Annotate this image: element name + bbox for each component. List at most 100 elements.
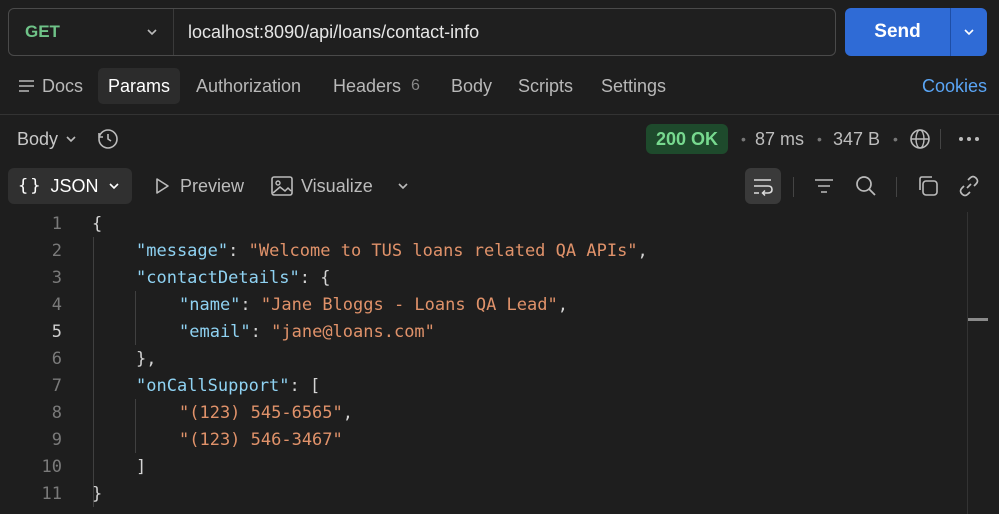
tab-label: Params [108,75,171,96]
response-size: 347 B [833,128,881,149]
visualize-options-button[interactable] [396,168,410,204]
code-text: ] [136,456,147,477]
json-key: "onCallSupport" [136,375,290,396]
tab-scripts[interactable]: Scripts [508,68,583,104]
tab-label: Headers [333,75,402,96]
line-number: 4 [51,294,62,315]
status-badge: 200 OK [646,124,729,154]
json-key: "email" [179,321,251,342]
line-number: 7 [51,375,62,396]
line-number: 11 [41,483,62,504]
tab-settings[interactable]: Settings [591,68,676,104]
chevron-down-icon [964,29,974,36]
search-icon[interactable] [848,168,884,204]
scrollbar-track[interactable] [967,212,968,514]
chevron-down-icon [66,136,76,143]
divider [793,177,794,197]
code-line: 9 "(123) 546-3467" [0,426,960,453]
request-tabs: Docs Params Authorization Headers 6 Body… [0,68,999,104]
code-line: 10 ] [0,453,960,480]
line-number: 10 [41,456,62,477]
response-time: 87 ms [755,128,805,149]
tab-headers[interactable]: Headers 6 [323,68,430,104]
code-line: 7 "onCallSupport": [ [0,372,960,399]
json-string: "Jane Bloggs - Loans QA Lead" [260,294,558,315]
separator-dot: • [741,131,746,147]
chevron-down-icon [145,24,159,44]
history-icon[interactable] [96,127,120,156]
code-text: "(123) 545-6565", [179,402,354,423]
response-toolbar: {} JSON Preview Visualize [0,168,999,206]
line-number: 8 [51,402,62,423]
line-number: 9 [51,429,62,450]
chevron-down-icon [398,183,408,190]
send-options-button[interactable] [950,8,987,56]
braces-icon: {} [18,176,43,196]
line-number: 2 [51,240,62,261]
code-text: "name": "Jane Bloggs - Loans QA Lead", [179,294,568,315]
headers-count: 6 [411,77,420,94]
tab-params[interactable]: Params [98,68,181,104]
send-button[interactable]: Send [845,21,950,43]
tab-label: Settings [601,75,667,96]
divider [940,129,941,149]
tab-label: Body [451,75,493,96]
code-text: "contactDetails": { [136,267,331,288]
url-box: GET localhost:8090/api/loans/contact-inf… [8,8,836,56]
line-number: 3 [51,267,62,288]
code-line: 4 "name": "Jane Bloggs - Loans QA Lead", [0,291,960,318]
visualize-button[interactable]: Visualize [271,168,373,204]
preview-button[interactable]: Preview [152,168,244,204]
tab-label: Authorization [196,75,302,96]
wrap-lines-icon[interactable] [745,168,781,204]
code-line: 11 } [0,480,960,507]
code-text: "(123) 546-3467" [179,430,343,450]
filter-icon[interactable] [806,168,842,204]
code-line: 6 }, [0,345,960,372]
chevron-down-icon [108,183,119,190]
copy-icon[interactable] [910,168,946,204]
tab-body[interactable]: Body [441,68,502,104]
tab-authorization[interactable]: Authorization [186,68,311,104]
json-key: "name" [179,294,241,315]
json-key: "message" [136,240,229,261]
format-label: JSON [50,175,99,196]
request-bar: GET localhost:8090/api/loans/contact-inf… [0,8,999,56]
image-icon [271,176,293,196]
tab-docs[interactable]: Docs [8,68,93,104]
separator-dot: • [893,131,898,147]
response-body-select[interactable]: Body [17,122,78,156]
json-string: "Welcome to TUS loans related QA APIs" [248,240,638,261]
divider [896,177,897,197]
response-body-viewer[interactable]: 1 { 2 "message": "Welcome to TUS loans r… [0,210,999,514]
link-icon[interactable] [951,168,987,204]
code-line: 3 "contactDetails": { [0,264,960,291]
globe-icon[interactable] [908,122,932,156]
code-line: 8 "(123) 545-6565", [0,399,960,426]
cookies-link[interactable]: Cookies [922,68,987,104]
code-text: }, [136,348,157,369]
tab-label: Docs [42,75,84,96]
line-number: 1 [51,213,62,234]
code-text: } [92,483,103,504]
json-key: "contactDetails" [136,267,300,288]
json-string: "(123) 546-3467" [179,429,343,450]
scrollbar-thumb[interactable] [968,318,988,321]
json-string: "jane@loans.com" [271,321,435,342]
code-line: 2 "message": "Welcome to TUS loans relat… [0,237,960,264]
url-input[interactable]: localhost:8090/api/loans/contact-info [174,22,479,43]
code-text: "onCallSupport": [ [136,375,321,396]
json-string: "(123) 545-6565" [179,402,343,423]
code-line: 5 "email": "jane@loans.com" [0,318,960,345]
divider [0,114,999,115]
line-number: 5 [51,321,62,342]
code-text: "message": "Welcome to TUS loans related… [136,240,648,261]
play-icon [156,178,169,194]
method-select[interactable]: GET [9,9,174,55]
visualize-label: Visualize [301,175,373,196]
more-options-icon[interactable] [957,122,981,156]
body-label: Body [17,128,59,149]
format-select[interactable]: {} JSON [8,168,132,204]
code-text: { [92,213,103,234]
tab-label: Scripts [518,75,574,96]
